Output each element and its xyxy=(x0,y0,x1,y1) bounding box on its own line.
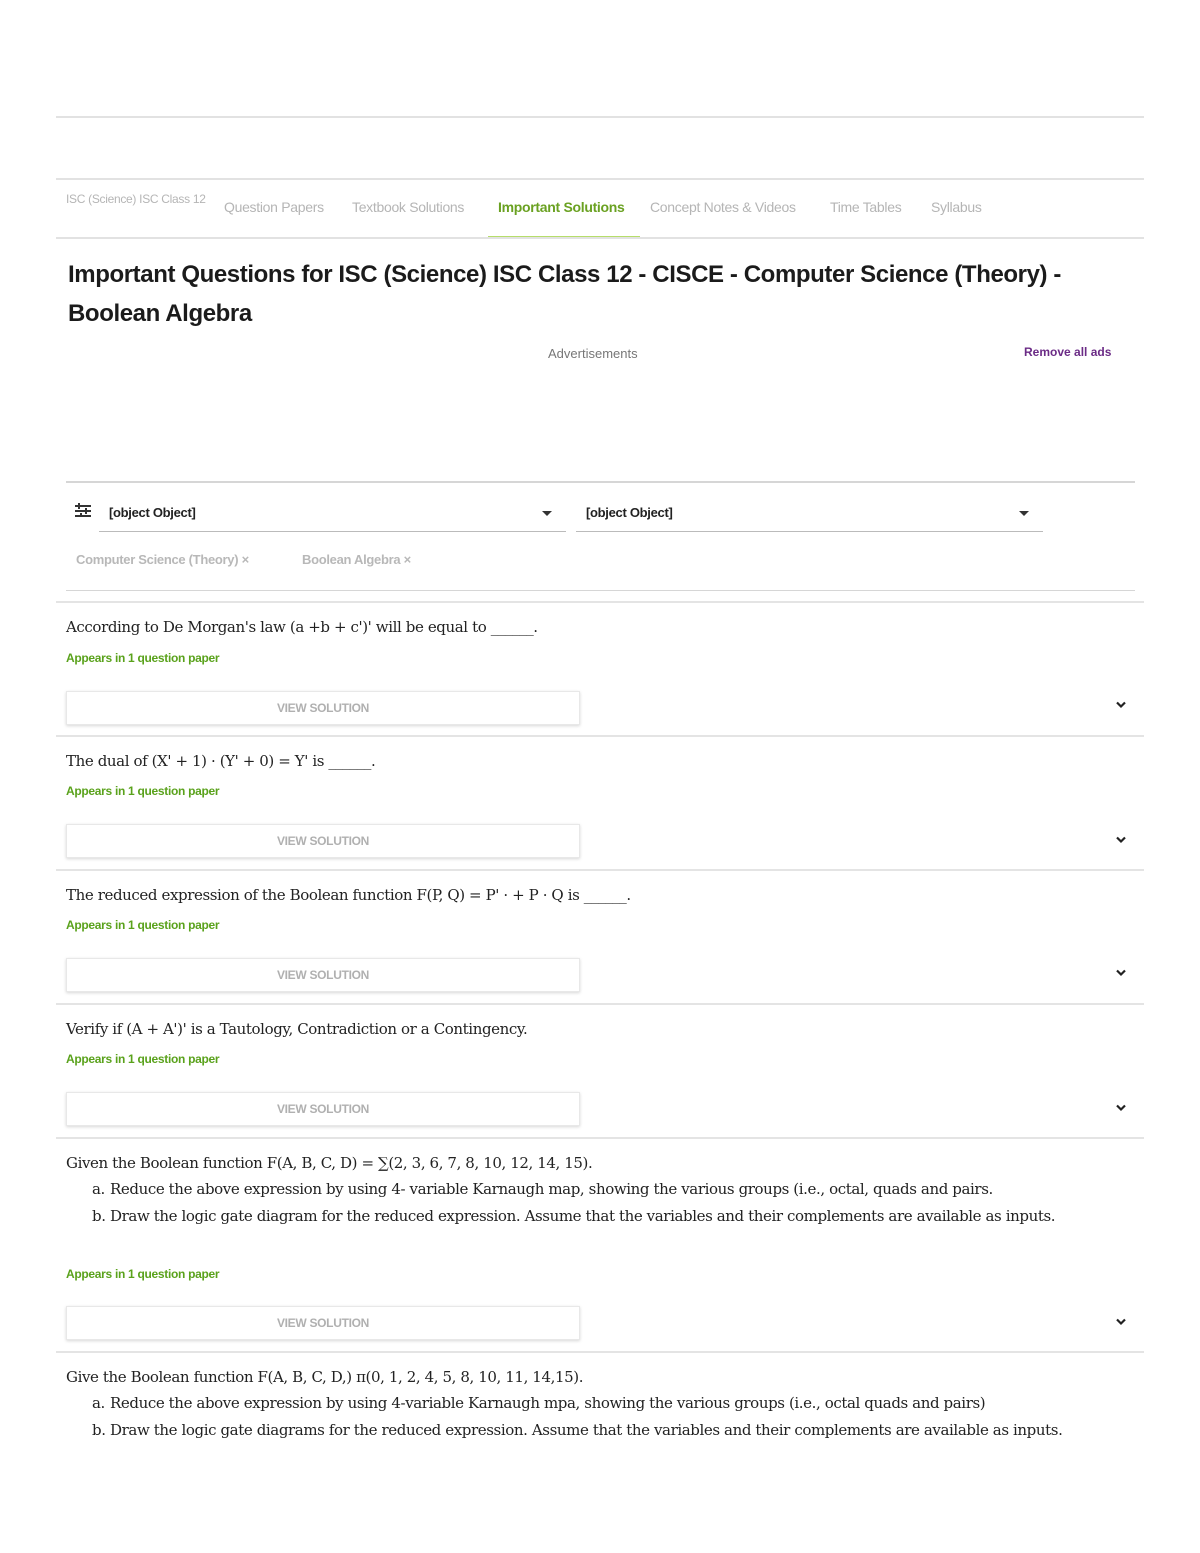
question-text: Verify if (A + A')' is a Tautology, Cont… xyxy=(66,1020,528,1038)
question-card: Given the Boolean function F(A, B, C, D)… xyxy=(56,1137,1144,1351)
filter-chip-chapter[interactable]: Boolean Algebra × xyxy=(302,552,411,567)
chevron-down-icon[interactable] xyxy=(1116,836,1126,846)
question-sublist: a. Reduce the above expression by using 4… xyxy=(92,1390,1132,1444)
question-text: According to De Morgan's law (a +b + c')… xyxy=(66,618,538,636)
chevron-down-icon[interactable] xyxy=(1116,1318,1126,1328)
filter-icon[interactable] xyxy=(75,503,91,517)
filter-chip-subject[interactable]: Computer Science (Theory) × xyxy=(76,552,249,567)
chapter-select[interactable]: [object Object] xyxy=(576,495,1043,532)
tab-course[interactable]: ISC (Science) ISC Class 12 xyxy=(66,180,216,238)
question-text: Given the Boolean function F(A, B, C, D)… xyxy=(66,1154,593,1172)
appears-link[interactable]: Appears in 1 question paper xyxy=(66,1052,220,1066)
tab-important-solutions[interactable]: Important Solutions xyxy=(488,180,640,239)
appears-link[interactable]: Appears in 1 question paper xyxy=(66,1267,220,1281)
chevron-down-icon xyxy=(1019,511,1029,516)
top-divider xyxy=(56,116,1144,118)
tab-textbook-solutions[interactable]: Textbook Solutions xyxy=(352,180,492,238)
chevron-down-icon xyxy=(542,511,552,516)
subject-select-value: [object Object] xyxy=(109,505,196,520)
remove-ads-link[interactable]: Remove all ads xyxy=(1024,345,1111,359)
tabs-bottom-divider xyxy=(56,237,1144,239)
list-item: a. Reduce the above expression by using 4… xyxy=(92,1394,986,1412)
appears-link[interactable]: Appears in 1 question paper xyxy=(66,784,220,798)
page-title: Important Questions for ISC (Science) IS… xyxy=(68,261,1062,327)
tab-concept-notes[interactable]: Concept Notes & Videos xyxy=(650,180,820,238)
view-solution-button[interactable]: VIEW SOLUTION xyxy=(66,691,580,725)
question-card: Give the Boolean function F(A, B, C, D,)… xyxy=(56,1351,1144,1501)
list-item: a. Reduce the above expression by using 4… xyxy=(92,1180,993,1198)
question-text: The reduced expression of the Boolean fu… xyxy=(66,886,631,904)
question-card: The dual of (X' + 1) · (Y' + 0) = Y' is … xyxy=(56,735,1144,869)
subject-select[interactable]: [object Object] xyxy=(99,495,566,532)
question-text: The dual of (X' + 1) · (Y' + 0) = Y' is … xyxy=(66,752,376,770)
tab-syllabus[interactable]: Syllabus xyxy=(931,180,1001,238)
tab-time-tables[interactable]: Time Tables xyxy=(830,180,920,238)
question-text: Give the Boolean function F(A, B, C, D,)… xyxy=(66,1368,584,1386)
tab-question-papers[interactable]: Question Papers xyxy=(224,180,344,238)
list-item: b. Draw the logic gate diagram for the re… xyxy=(92,1207,1056,1225)
view-solution-button[interactable]: VIEW SOLUTION xyxy=(66,1092,580,1126)
ads-label: Advertisements xyxy=(548,346,638,361)
view-solution-button[interactable]: VIEW SOLUTION xyxy=(66,1306,580,1340)
chevron-down-icon[interactable] xyxy=(1116,969,1126,979)
view-solution-button[interactable]: VIEW SOLUTION xyxy=(66,824,580,858)
list-item: b. Draw the logic gate diagrams for the r… xyxy=(92,1421,1063,1439)
chapter-select-value: [object Object] xyxy=(586,505,673,520)
question-card: The reduced expression of the Boolean fu… xyxy=(56,869,1144,1003)
chevron-down-icon[interactable] xyxy=(1116,1104,1126,1114)
question-card: Verify if (A + A')' is a Tautology, Cont… xyxy=(56,1003,1144,1137)
appears-link[interactable]: Appears in 1 question paper xyxy=(66,918,220,932)
chevron-down-icon[interactable] xyxy=(1116,701,1126,711)
appears-link[interactable]: Appears in 1 question paper xyxy=(66,651,220,665)
question-card: According to De Morgan's law (a +b + c')… xyxy=(56,601,1144,735)
tab-bar: ISC (Science) ISC Class 12 Question Pape… xyxy=(56,180,1144,239)
view-solution-button[interactable]: VIEW SOLUTION xyxy=(66,958,580,992)
question-sublist: a. Reduce the above expression by using 4… xyxy=(92,1176,1132,1230)
